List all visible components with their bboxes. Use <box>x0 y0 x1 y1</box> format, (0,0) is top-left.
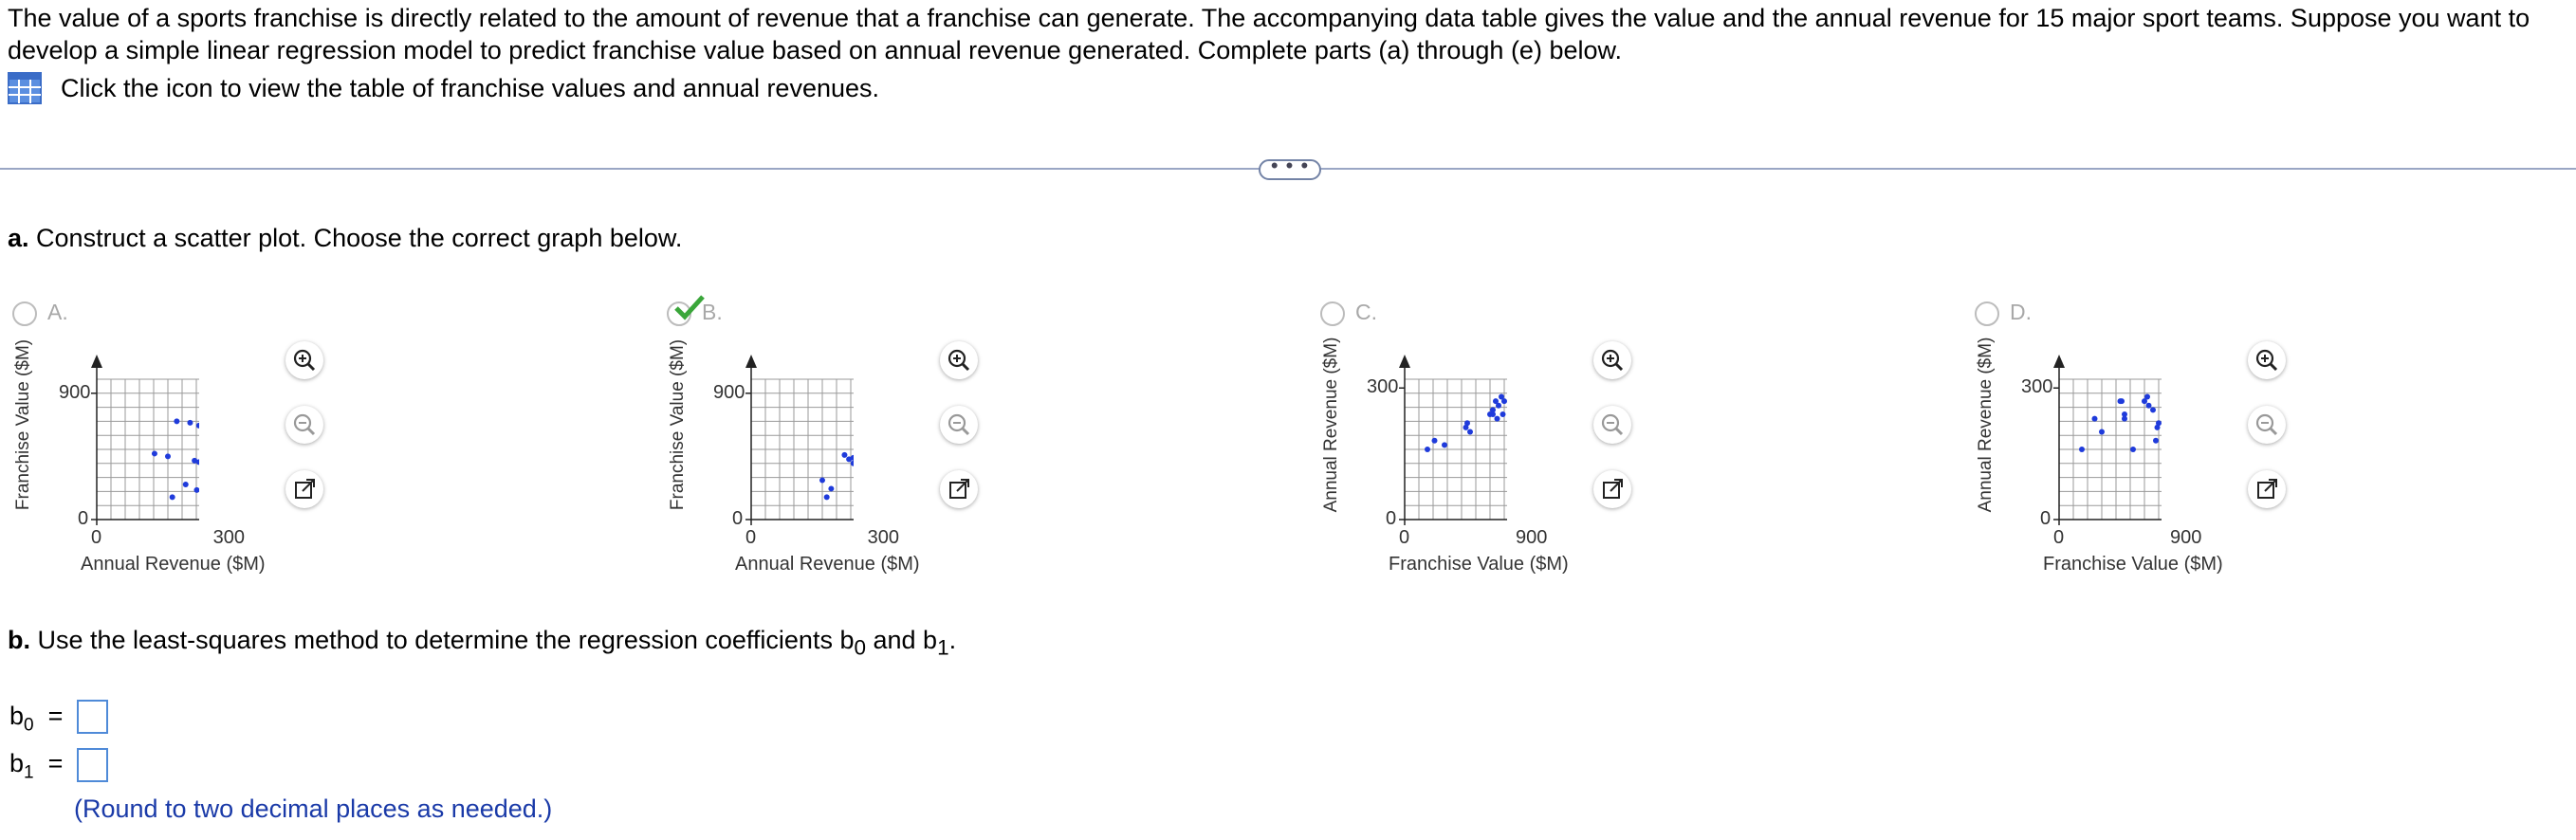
scatter-point <box>841 451 848 458</box>
scatter-point <box>1501 398 1507 405</box>
part-b-and: and b <box>866 626 938 654</box>
scatter-point <box>2122 415 2127 422</box>
part-b-sub1: 1 <box>937 635 949 660</box>
zoom-out-icon[interactable] <box>1593 406 1631 444</box>
scatter-plot <box>2053 355 2162 525</box>
y-tick-zero: 0 <box>2040 508 2052 529</box>
option-radio[interactable] <box>1320 301 1345 326</box>
y-tick-max: 900 <box>59 381 91 403</box>
x-tick-max: 300 <box>212 527 245 548</box>
option-letter: B. <box>702 300 723 324</box>
scatter-point <box>2153 437 2159 444</box>
option-letter: A. <box>47 300 68 324</box>
scatter-point <box>2145 402 2152 409</box>
x-tick-max: 900 <box>1516 527 1548 548</box>
scatter-point <box>1494 415 1500 422</box>
scatter-point <box>1425 447 1430 452</box>
x-tick-max: 300 <box>867 527 899 548</box>
scatter-point <box>165 453 171 460</box>
table-link-text[interactable]: Click the icon to view the table of fran… <box>61 74 879 103</box>
scatter-point <box>828 485 835 492</box>
scatter-point <box>2150 407 2156 413</box>
x-axis-label: Franchise Value ($M) <box>1389 554 1569 575</box>
b1-label: b1 = <box>9 749 64 783</box>
scatter-point <box>819 477 825 484</box>
part-b-label: b. <box>8 626 30 654</box>
x-axis-label: Franchise Value ($M) <box>2043 554 2223 575</box>
y-tick-max: 300 <box>1367 376 1399 398</box>
scatter-point <box>2156 420 2162 427</box>
scatter-point <box>2144 393 2150 400</box>
scatter-point <box>1500 411 1506 417</box>
x-tick-max: 900 <box>2170 527 2202 548</box>
checkmark-icon <box>674 295 705 320</box>
x-tick-zero: 0 <box>91 527 102 548</box>
scatter-point <box>2099 429 2105 435</box>
scatter-point <box>187 419 193 426</box>
scatter-point <box>2079 447 2085 452</box>
zoom-in-icon[interactable] <box>285 341 323 379</box>
option-radio[interactable] <box>12 301 37 326</box>
part-b-sub0: 0 <box>854 635 866 660</box>
x-axis-label: Annual Revenue ($M) <box>735 554 920 575</box>
y-tick-max: 300 <box>2021 376 2053 398</box>
zoom-in-icon[interactable] <box>2248 341 2286 379</box>
scatter-point <box>1431 437 1438 444</box>
problem-statement: The value of a sports franchise is direc… <box>8 4 2530 64</box>
scatter-point <box>2091 415 2098 422</box>
b0-input[interactable] <box>77 700 108 734</box>
scatter-point <box>2117 398 2124 405</box>
y-tick-max: 900 <box>713 381 745 403</box>
scatter-point <box>1442 442 1447 448</box>
x-tick-zero: 0 <box>1399 527 1410 548</box>
scatter-plot <box>1399 355 1507 525</box>
table-link-row[interactable]: Click the icon to view the table of fran… <box>8 72 879 104</box>
expand-more-button[interactable]: • • • <box>1259 155 1321 180</box>
table-icon[interactable] <box>8 72 42 104</box>
x-tick-zero: 0 <box>745 527 757 548</box>
scatter-point <box>169 494 175 501</box>
zoom-out-icon[interactable] <box>285 406 323 444</box>
rounding-hint: (Round to two decimal places as needed.) <box>74 794 553 823</box>
y-tick-zero: 0 <box>78 508 89 529</box>
scatter-point <box>2130 447 2136 452</box>
scatter-point <box>1490 411 1496 417</box>
pop-out-icon[interactable] <box>2248 470 2286 508</box>
pop-out-icon[interactable] <box>940 470 978 508</box>
zoom-in-icon[interactable] <box>1593 341 1631 379</box>
x-axis-label: Annual Revenue ($M) <box>81 554 266 575</box>
y-tick-zero: 0 <box>1386 508 1397 529</box>
y-tick-zero: 0 <box>732 508 744 529</box>
b1-input[interactable] <box>77 748 108 782</box>
scatter-point <box>174 418 180 425</box>
scatter-point <box>193 486 199 493</box>
zoom-out-icon[interactable] <box>940 406 978 444</box>
scatter-point <box>151 450 157 457</box>
scatter-point <box>1496 402 1501 409</box>
part-a-text: Construct a scatter plot. Choose the cor… <box>28 224 683 252</box>
scatter-point <box>1467 429 1473 435</box>
option-letter: C. <box>1355 300 1377 324</box>
scatter-point <box>1464 420 1470 427</box>
part-b-end: . <box>948 626 957 654</box>
zoom-out-icon[interactable] <box>2248 406 2286 444</box>
scatter-point <box>823 494 830 501</box>
b0-label: b0 = <box>9 702 64 736</box>
zoom-in-icon[interactable] <box>940 341 978 379</box>
option-radio[interactable] <box>1975 301 1999 326</box>
part-b-question: b. Use the least-squares method to deter… <box>8 626 956 660</box>
scatter-plot <box>745 355 854 525</box>
pop-out-icon[interactable] <box>285 470 323 508</box>
part-a-label: a. <box>8 224 29 252</box>
x-tick-zero: 0 <box>2053 527 2065 548</box>
part-a-question: a. Construct a scatter plot. Choose the … <box>8 224 682 253</box>
option-letter: D. <box>2010 300 2032 324</box>
pop-out-icon[interactable] <box>1593 470 1631 508</box>
scatter-plot <box>91 355 199 525</box>
scatter-point <box>182 482 189 487</box>
part-b-text: Use the least-squares method to determin… <box>30 626 855 654</box>
